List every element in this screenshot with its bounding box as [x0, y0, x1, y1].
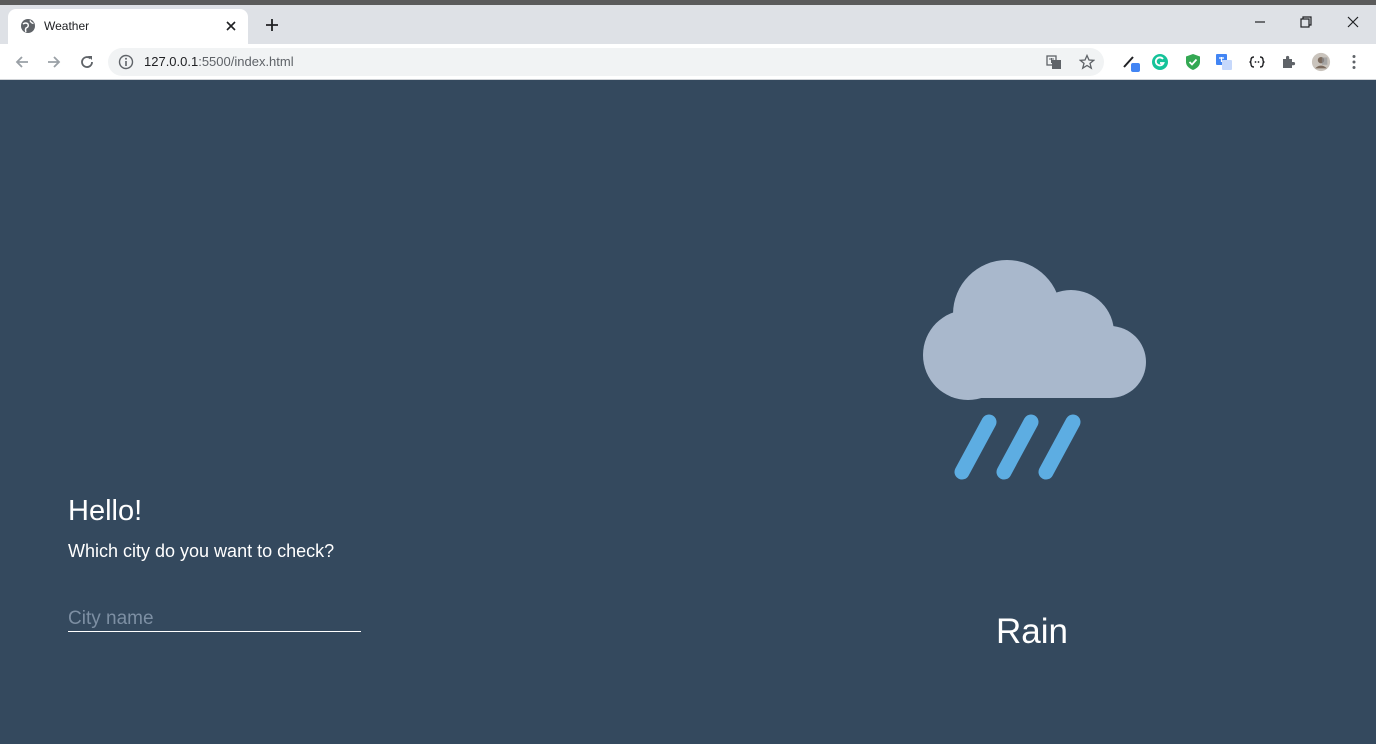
- url-path: :5500/index.html: [198, 54, 294, 69]
- city-input[interactable]: [68, 606, 361, 632]
- weather-condition-label: Rain: [996, 612, 1068, 651]
- globe-icon: [20, 18, 36, 34]
- shield-extension-icon[interactable]: [1183, 52, 1203, 72]
- address-url: 127.0.0.1:5500/index.html: [144, 54, 294, 70]
- tab-close-icon[interactable]: [222, 17, 240, 35]
- tab-title: Weather: [44, 19, 90, 33]
- window-close-icon[interactable]: [1330, 8, 1376, 36]
- reload-icon[interactable]: [75, 50, 99, 74]
- back-arrow-icon[interactable]: [10, 50, 34, 74]
- grammarly-extension-icon[interactable]: [1150, 52, 1170, 72]
- browser-toolbar: 127.0.0.1:5500/index.html: [0, 44, 1376, 80]
- puzzle-extensions-icon[interactable]: [1279, 52, 1299, 72]
- profile-avatar-icon[interactable]: [1311, 52, 1331, 72]
- cloud-rain-icon: [920, 258, 1150, 480]
- restore-icon[interactable]: [1283, 8, 1329, 36]
- menu-kebab-icon[interactable]: [1344, 52, 1364, 72]
- new-tab-icon[interactable]: [260, 13, 284, 37]
- url-host: 127.0.0.1: [144, 54, 199, 69]
- browser-tab[interactable]: Weather: [8, 9, 248, 44]
- eyedropper-extension-icon[interactable]: [1121, 52, 1141, 72]
- browser-titlebar: Weather: [0, 0, 1376, 44]
- info-icon[interactable]: [118, 54, 134, 70]
- window-border: [0, 0, 1376, 5]
- json-extension-icon[interactable]: [1247, 52, 1267, 72]
- greeting-heading: Hello!: [68, 495, 143, 527]
- bookmark-star-icon[interactable]: [1078, 53, 1096, 70]
- translate-icon[interactable]: [1046, 54, 1062, 70]
- minimize-icon[interactable]: [1237, 8, 1283, 36]
- google-translate-extension-icon[interactable]: [1214, 52, 1234, 72]
- city-question: Which city do you want to check?: [68, 541, 335, 561]
- address-bar[interactable]: 127.0.0.1:5500/index.html: [108, 48, 1104, 76]
- forward-arrow-icon[interactable]: [42, 50, 66, 74]
- weather-page: Hello! Which city do you want to check? …: [0, 80, 1376, 744]
